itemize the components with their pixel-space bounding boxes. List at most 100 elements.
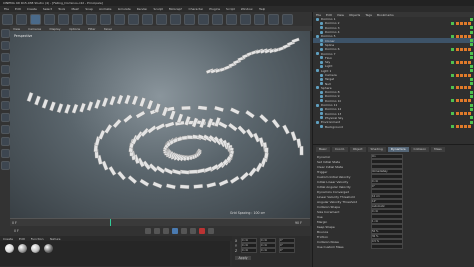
visibility-check-icon[interactable] — [470, 56, 473, 60]
bend-icon[interactable] — [240, 13, 251, 25]
play-backwards-icon[interactable] — [162, 228, 169, 234]
attribute-tab-basic[interactable]: Basic — [316, 147, 330, 152]
array-icon[interactable] — [226, 13, 237, 25]
go-to-start-icon[interactable] — [144, 228, 151, 234]
viewport-menu-view[interactable]: View — [13, 27, 20, 31]
material-swatch[interactable] — [18, 244, 27, 253]
y-axis-icon[interactable] — [100, 13, 111, 25]
go-to-end-icon[interactable] — [189, 228, 196, 234]
material-menu-texture[interactable]: Texture — [50, 237, 61, 241]
viewport-menu-filter[interactable]: Filter — [88, 27, 95, 31]
tag-icon[interactable] — [464, 73, 467, 77]
tag-icon[interactable] — [464, 125, 467, 129]
viewport-perspective[interactable]: Perspective Grid Spacing : 100 cm — [10, 31, 310, 218]
world-coords-icon[interactable] — [128, 13, 139, 25]
object-row[interactable]: Background — [313, 124, 474, 129]
visibility-check-icon[interactable] — [470, 64, 473, 68]
tag-icon[interactable] — [460, 86, 463, 90]
scale-icon[interactable] — [58, 13, 69, 25]
position-field[interactable]: 0 cm — [241, 248, 257, 253]
menu-item-mograph[interactable]: MoGraph — [169, 7, 183, 11]
attribute-tab-dynamics[interactable]: Dynamics — [387, 147, 409, 152]
snap-icon[interactable] — [0, 137, 10, 146]
tag-icon[interactable] — [460, 60, 463, 64]
edges-mode-icon[interactable] — [0, 89, 10, 98]
play-icon[interactable] — [171, 228, 178, 234]
rotate-icon[interactable] — [72, 13, 83, 25]
tag-icon[interactable] — [460, 73, 463, 77]
menu-item-select[interactable]: Select — [43, 7, 52, 11]
tag-icon[interactable] — [464, 99, 467, 103]
visibility-check-icon[interactable] — [451, 34, 454, 38]
autokey-icon[interactable] — [207, 228, 214, 234]
render-settings-icon[interactable] — [170, 13, 181, 25]
tag-icon[interactable] — [456, 125, 459, 129]
subdivision-icon[interactable] — [212, 13, 223, 25]
tag-icon[interactable] — [456, 99, 459, 103]
tag-icon[interactable] — [460, 34, 463, 38]
visibility-check-icon[interactable] — [470, 26, 473, 30]
visibility-check-icon[interactable] — [470, 90, 473, 94]
material-menu-edit[interactable]: Edit — [19, 237, 25, 241]
render-pv-icon[interactable] — [156, 13, 167, 25]
visibility-check-icon[interactable] — [451, 99, 454, 103]
visibility-check-icon[interactable] — [470, 39, 473, 43]
menu-item-plugins[interactable]: Plugins — [209, 7, 220, 11]
move-icon[interactable] — [44, 13, 55, 25]
visibility-check-icon[interactable] — [470, 77, 473, 81]
menu-item-render[interactable]: Render — [137, 7, 148, 11]
render-view-icon[interactable] — [142, 13, 153, 25]
menu-item-file[interactable]: File — [4, 7, 9, 11]
tag-icon[interactable] — [464, 21, 467, 25]
material-swatch[interactable] — [5, 244, 14, 253]
tag-icon[interactable] — [456, 34, 459, 38]
tag-icon[interactable] — [464, 34, 467, 38]
cube-icon[interactable] — [184, 13, 195, 25]
visibility-check-icon[interactable] — [451, 125, 454, 129]
object-menu-objects[interactable]: Objects — [349, 13, 360, 17]
tag-icon[interactable] — [456, 21, 459, 25]
tag-icon[interactable] — [464, 112, 467, 116]
menu-item-character[interactable]: Character — [188, 7, 203, 11]
tag-icon[interactable] — [460, 125, 463, 129]
viewport-menu-display[interactable]: Display — [49, 27, 60, 31]
tag-icon[interactable] — [460, 112, 463, 116]
tag-icon[interactable] — [468, 34, 471, 38]
tag-icon[interactable] — [456, 86, 459, 90]
floor-icon[interactable] — [254, 13, 265, 25]
viewport-menu-cameras[interactable]: Cameras — [28, 27, 41, 31]
tag-icon[interactable] — [456, 112, 459, 116]
visibility-check-icon[interactable] — [451, 86, 454, 90]
tag-icon[interactable] — [468, 112, 471, 116]
object-menu-view[interactable]: View — [337, 13, 344, 17]
next-key-icon[interactable] — [180, 228, 187, 234]
visibility-check-icon[interactable] — [470, 52, 473, 56]
x-axis-icon[interactable] — [86, 13, 97, 25]
tag-icon[interactable] — [468, 73, 471, 77]
visibility-check-icon[interactable] — [470, 116, 473, 120]
menu-item-script[interactable]: Script — [226, 7, 235, 11]
visibility-check-icon[interactable] — [451, 73, 454, 77]
visibility-check-icon[interactable] — [451, 21, 454, 25]
redo-icon[interactable] — [16, 13, 27, 25]
record-icon[interactable] — [198, 228, 205, 234]
tag-icon[interactable] — [460, 99, 463, 103]
tag-icon[interactable] — [460, 47, 463, 51]
camera-icon[interactable] — [268, 13, 279, 25]
previous-key-icon[interactable] — [153, 228, 160, 234]
visibility-check-icon[interactable] — [451, 47, 454, 51]
tag-icon[interactable] — [468, 125, 471, 129]
material-swatch[interactable] — [44, 244, 53, 253]
object-menu-bookmarks[interactable]: Bookmarks — [377, 13, 394, 17]
apply-button[interactable]: Apply — [235, 256, 251, 260]
tweak-mode-icon[interactable] — [0, 125, 10, 134]
menu-item-help[interactable]: Help — [259, 7, 266, 11]
viewport-menu-panel[interactable]: Panel — [104, 27, 112, 31]
material-swatch[interactable] — [31, 244, 40, 253]
visibility-check-icon[interactable] — [470, 43, 473, 47]
object-menu-file[interactable]: File — [316, 13, 321, 17]
menu-item-simulate[interactable]: Simulate — [118, 7, 131, 11]
menu-item-animate[interactable]: Animate — [99, 7, 112, 11]
visibility-check-icon[interactable] — [470, 17, 473, 21]
menu-item-sculpt[interactable]: Sculpt — [153, 7, 162, 11]
